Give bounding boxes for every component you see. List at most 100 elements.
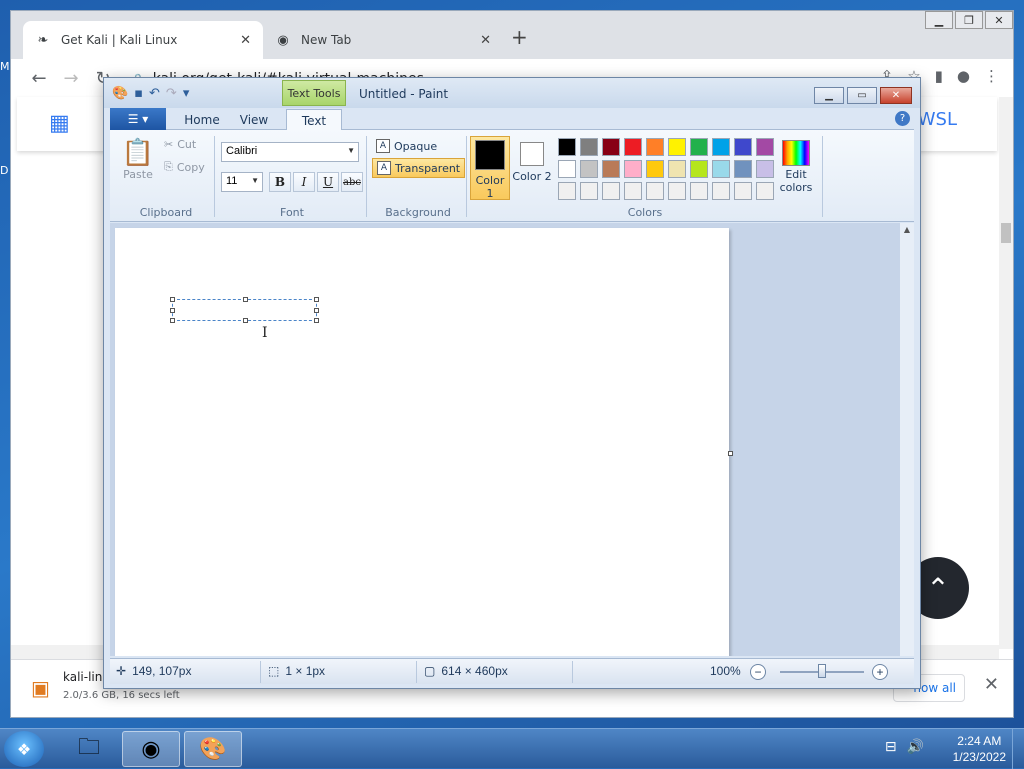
palette-swatch[interactable] xyxy=(712,160,730,178)
palette-swatch[interactable] xyxy=(580,138,598,156)
palette-swatch[interactable] xyxy=(690,160,708,178)
chevron-down-icon[interactable]: ▾ xyxy=(183,86,190,101)
palette-swatch[interactable] xyxy=(580,182,598,200)
scrollbar-thumb[interactable] xyxy=(1001,223,1011,243)
resize-handle[interactable] xyxy=(314,297,319,302)
transparent-button[interactable]: A Transparent xyxy=(372,158,466,178)
restore-icon[interactable]: ❐ xyxy=(955,11,983,29)
file-menu-button[interactable]: ☰ ▾ xyxy=(110,108,166,130)
canvas-resize-handle[interactable] xyxy=(728,451,733,456)
palette-swatch[interactable] xyxy=(756,160,774,178)
palette-swatch[interactable] xyxy=(602,182,620,200)
palette-swatch[interactable] xyxy=(712,182,730,200)
tab-home[interactable]: Home xyxy=(176,110,228,130)
palette-swatch[interactable] xyxy=(558,138,576,156)
save-icon[interactable]: ▪ xyxy=(134,86,143,101)
palette-swatch[interactable] xyxy=(646,160,664,178)
paint-app-icon[interactable]: 🎨 xyxy=(112,86,128,101)
nav-link-wsl[interactable]: WSL xyxy=(918,109,957,130)
text-box-selection[interactable] xyxy=(170,297,319,323)
paste-button[interactable]: 📋 Paste xyxy=(120,138,156,194)
palette-swatch[interactable] xyxy=(690,182,708,200)
side-panel-icon[interactable]: ▮ xyxy=(935,67,943,85)
copy-button[interactable]: ⎘ Copy xyxy=(164,160,205,174)
underline-button[interactable]: U xyxy=(317,172,339,192)
palette-swatch[interactable] xyxy=(690,138,708,156)
minimize-icon[interactable]: ▁ xyxy=(925,11,953,29)
network-icon[interactable]: ⊟ xyxy=(885,739,897,755)
palette-swatch[interactable] xyxy=(734,138,752,156)
palette-swatch[interactable] xyxy=(558,160,576,178)
canvas-vertical-scrollbar[interactable]: ▲ xyxy=(900,223,914,656)
palette-swatch[interactable] xyxy=(602,138,620,156)
tab-get-kali[interactable]: ❧ Get Kali | Kali Linux ✕ xyxy=(23,21,263,59)
drawing-canvas[interactable]: I xyxy=(115,228,729,656)
resize-handle[interactable] xyxy=(314,318,319,323)
redo-icon[interactable]: ↷ xyxy=(166,86,177,101)
zoom-out-icon[interactable]: − xyxy=(750,664,766,680)
tab-new-tab[interactable]: ◉ New Tab ✕ xyxy=(263,21,503,59)
palette-swatch[interactable] xyxy=(756,138,774,156)
close-icon[interactable]: ✕ xyxy=(240,33,251,48)
start-button[interactable]: ❖ xyxy=(4,731,44,767)
menu-icon[interactable]: ⋮ xyxy=(984,67,999,85)
scroll-up-icon[interactable]: ▲ xyxy=(900,225,914,234)
close-icon[interactable]: ✕ xyxy=(880,87,912,104)
palette-swatch[interactable] xyxy=(580,160,598,178)
resize-handle[interactable] xyxy=(243,297,248,302)
close-icon[interactable]: ✕ xyxy=(985,11,1013,29)
palette-swatch[interactable] xyxy=(668,138,686,156)
palette-swatch[interactable] xyxy=(602,160,620,178)
taskbar-paint[interactable]: 🎨 xyxy=(184,731,242,767)
tab-text[interactable]: Text xyxy=(286,109,342,131)
resize-handle[interactable] xyxy=(314,308,319,313)
opaque-button[interactable]: A Opaque xyxy=(372,136,441,156)
bold-button[interactable]: B xyxy=(269,172,291,192)
palette-swatch[interactable] xyxy=(624,160,642,178)
forward-icon[interactable]: → xyxy=(55,68,87,89)
palette-swatch[interactable] xyxy=(646,138,664,156)
palette-swatch[interactable] xyxy=(668,160,686,178)
resize-handle[interactable] xyxy=(170,318,175,323)
cut-button[interactable]: ✂ Cut xyxy=(164,138,196,151)
palette-swatch[interactable] xyxy=(712,138,730,156)
new-tab-button[interactable]: + xyxy=(511,25,528,49)
page-vertical-scrollbar[interactable] xyxy=(999,97,1013,649)
maximize-icon[interactable]: ▭ xyxy=(847,87,877,104)
download-file-name[interactable]: kali-lin xyxy=(63,670,102,684)
edit-colors-button[interactable]: Edit colors xyxy=(778,140,814,194)
resize-handle[interactable] xyxy=(170,297,175,302)
palette-swatch[interactable] xyxy=(624,138,642,156)
taskbar-clock[interactable]: 2:24 AM 1/23/2022 xyxy=(953,733,1006,765)
tab-view[interactable]: View xyxy=(230,110,278,130)
profile-icon[interactable]: ● xyxy=(957,67,970,85)
undo-icon[interactable]: ↶ xyxy=(149,86,160,101)
palette-swatch[interactable] xyxy=(558,182,576,200)
palette-swatch[interactable] xyxy=(734,182,752,200)
italic-button[interactable]: I xyxy=(293,172,315,192)
palette-swatch[interactable] xyxy=(624,182,642,200)
palette-swatch[interactable] xyxy=(646,182,664,200)
close-icon[interactable]: ✕ xyxy=(984,674,999,695)
back-icon[interactable]: ← xyxy=(23,68,55,89)
resize-handle[interactable] xyxy=(243,318,248,323)
taskbar-explorer[interactable]: 🗀 xyxy=(60,731,118,767)
zoom-in-icon[interactable]: + xyxy=(872,664,888,680)
taskbar-chrome[interactable]: ◉ xyxy=(122,731,180,767)
help-icon[interactable]: ? xyxy=(895,111,910,126)
close-icon[interactable]: ✕ xyxy=(480,33,491,48)
font-family-select[interactable]: Calibri ▼ xyxy=(221,142,359,162)
palette-swatch[interactable] xyxy=(756,182,774,200)
palette-swatch[interactable] xyxy=(734,160,752,178)
zoom-slider-thumb[interactable] xyxy=(818,664,826,678)
palette-swatch[interactable] xyxy=(668,182,686,200)
grid-menu-icon[interactable]: ▦ xyxy=(49,111,70,136)
color2-button[interactable]: Color 2 xyxy=(512,136,552,200)
volume-icon[interactable]: 🔊 xyxy=(907,739,924,755)
font-size-select[interactable]: 11 ▼ xyxy=(221,172,263,192)
minimize-icon[interactable]: ▁ xyxy=(814,87,844,104)
color1-button[interactable]: Color 1 xyxy=(470,136,510,200)
resize-handle[interactable] xyxy=(170,308,175,313)
show-desktop-button[interactable] xyxy=(1012,729,1024,769)
strikethrough-button[interactable]: abc xyxy=(341,172,363,192)
